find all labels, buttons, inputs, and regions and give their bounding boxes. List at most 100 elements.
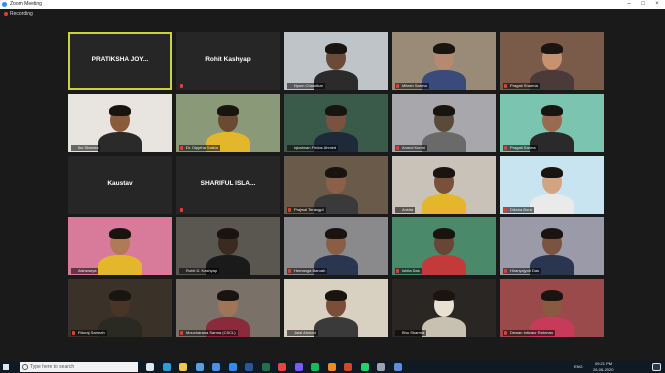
participant-name-label: Mitesh Sarma <box>395 83 429 89</box>
participant-tile[interactable]: Diksha Bora <box>500 156 604 214</box>
participant-name: Rohit Kashyap <box>205 56 251 63</box>
participant-tile[interactable]: Jalal Ahmed <box>284 279 388 337</box>
muted-mic-icon <box>396 84 399 88</box>
participant-name-label: Iqbalman Firdos Ahmed <box>287 145 339 151</box>
participant-name-label: Iko Sharma <box>71 145 101 151</box>
participant-tile[interactable]: Kaustav <box>68 156 172 214</box>
participant-name-label: Rituraj Sarmah <box>71 330 107 336</box>
file-explorer-icon[interactable] <box>179 363 187 371</box>
participant-tile[interactable]: Pragati Sarma <box>500 94 604 152</box>
participant-tile[interactable]: Rohit Kashyap <box>176 32 280 90</box>
muted-mic-icon <box>504 146 507 150</box>
participant-video <box>176 217 280 275</box>
gallery-view: PRATIKSHA JOY... Rohit Kashyap Nyom Chandk… <box>0 0 665 340</box>
participant-video <box>284 32 388 90</box>
participant-video <box>68 279 172 337</box>
vlc-icon[interactable] <box>327 363 336 371</box>
participant-video <box>500 217 604 275</box>
participant-video <box>500 156 604 214</box>
participant-tile[interactable]: Hemanga Baruah <box>284 217 388 275</box>
participant-name-label: Dr. Dipjeha Saikia <box>179 145 220 151</box>
powerpoint-icon[interactable] <box>344 363 352 371</box>
participant-video <box>284 94 388 152</box>
whatsapp-icon[interactable] <box>360 363 369 371</box>
participant-video <box>176 279 280 337</box>
participant-name-label: Prajwal Terangpi <box>287 207 326 213</box>
participant-tile[interactable]: Mitesh Sarma <box>392 32 496 90</box>
muted-mic-icon <box>504 208 507 212</box>
mail-icon[interactable] <box>212 363 220 371</box>
muted-mic-icon <box>288 269 291 273</box>
participant-name-label: Ankita <box>395 207 416 213</box>
participant-tile[interactable]: Prajwal Terangpi <box>284 156 388 214</box>
participant-tile[interactable]: SHARIFUL ISLA... <box>176 156 280 214</box>
taskbar-search-input[interactable]: Type here to search <box>20 362 138 372</box>
muted-mic-icon <box>288 208 291 212</box>
muted-mic-icon <box>72 331 75 335</box>
language-indicator[interactable]: ENG <box>574 364 583 370</box>
participant-video <box>392 279 496 337</box>
muted-mic-icon <box>504 84 507 88</box>
muted-mic-icon <box>180 146 183 150</box>
muted-mic-icon <box>504 269 507 273</box>
store-icon[interactable] <box>195 363 204 371</box>
participant-name: Kaustav <box>107 180 133 187</box>
participant-tile[interactable]: Ishita Das <box>392 217 496 275</box>
participant-tile[interactable]: Anmol Kurmi <box>392 94 496 152</box>
participant-tile[interactable]: Rohit D. Kashyap <box>176 217 280 275</box>
muted-mic-icon <box>396 269 399 273</box>
participant-tile[interactable]: Moucharana Sarma (CSCL) <box>176 279 280 337</box>
participant-video <box>68 217 172 275</box>
participant-video <box>500 32 604 90</box>
participant-video <box>500 94 604 152</box>
participant-name-label: Hemanga Baruah <box>287 268 328 274</box>
settings-icon[interactable] <box>377 363 385 371</box>
muted-mic-icon <box>180 331 183 335</box>
participant-name-label: Pragati Sharma <box>503 83 540 89</box>
zoom-icon[interactable] <box>228 363 237 371</box>
participant-name-label: Pragati Sarma <box>503 145 538 151</box>
participant-tile[interactable]: Rituraj Sarmah <box>68 279 172 337</box>
participant-video <box>176 94 280 152</box>
participant-name-label: Bhu Sharma <box>395 330 427 336</box>
participant-video <box>68 94 172 152</box>
zoom-meeting-icon[interactable] <box>393 363 402 371</box>
task-view-icon[interactable] <box>146 363 154 371</box>
participant-name-label: Jalal Ahmed <box>287 330 318 336</box>
muted-mic-icon <box>180 84 183 88</box>
participant-name-label: Anmol Kurmi <box>395 145 427 151</box>
spotify-icon[interactable] <box>311 363 319 371</box>
edge-icon[interactable] <box>162 363 171 371</box>
muted-mic-icon <box>504 331 507 335</box>
participant-video <box>500 279 604 337</box>
participant-video <box>392 156 496 214</box>
participant-tile[interactable]: Aishwarya <box>68 217 172 275</box>
participant-tile[interactable]: Nyom Chandkar <box>284 32 388 90</box>
participant-tile[interactable]: Iko Sharma <box>68 94 172 152</box>
notifications-icon[interactable] <box>652 363 661 371</box>
participant-video <box>284 279 388 337</box>
participant-name: SHARIFUL ISLA... <box>200 180 256 187</box>
participant-tile[interactable]: PRATIKSHA JOY... <box>68 32 172 90</box>
participant-tile[interactable]: Dr. Dipjeha Saikia <box>176 94 280 152</box>
participant-name-label: Aishwarya <box>71 268 99 274</box>
photos-icon[interactable] <box>294 363 303 371</box>
participant-tile[interactable]: Dewan Intizaur Rahman <box>500 279 604 337</box>
muted-mic-icon <box>180 208 183 212</box>
participant-tile[interactable]: Iqbalman Firdos Ahmed <box>284 94 388 152</box>
participant-name-label: Nyom Chandkar <box>287 83 325 89</box>
participant-video <box>284 217 388 275</box>
clock-date[interactable]: 26-08-2020 <box>593 367 613 373</box>
participant-tile[interactable]: Bhu Sharma <box>392 279 496 337</box>
excel-icon[interactable] <box>261 363 270 371</box>
word-icon[interactable] <box>245 363 253 371</box>
start-menu-icon[interactable] <box>3 364 9 370</box>
participant-tile[interactable]: Hiranyajyoti Das <box>500 217 604 275</box>
participant-tile[interactable]: Ankita <box>392 156 496 214</box>
participant-tile[interactable]: Pragati Sharma <box>500 32 604 90</box>
participant-video <box>392 217 496 275</box>
participant-name-label: Hiranyajyoti Das <box>503 268 542 274</box>
windows-taskbar: Type here to search ENG 09:21 PM 26-08-2… <box>0 361 665 373</box>
participant-name-label: Ishita Das <box>395 268 422 274</box>
chrome-icon[interactable] <box>278 363 286 371</box>
